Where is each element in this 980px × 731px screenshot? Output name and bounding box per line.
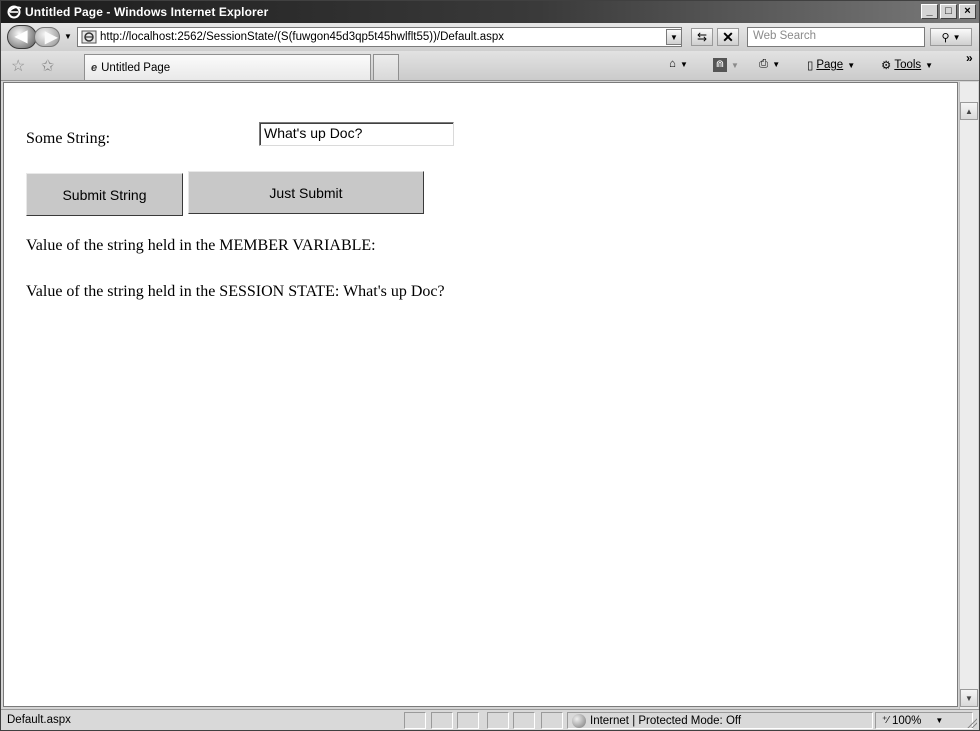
zoom-level: 100% <box>891 714 922 727</box>
add-favorites-icon[interactable]: ✩ <box>41 56 54 76</box>
page-icon: ▯ <box>807 60 814 72</box>
zoom-control[interactable]: ⁺⁄ 100% ▼ <box>875 712 973 729</box>
page-dropdown-icon: ▼ <box>847 60 856 70</box>
search-button[interactable]: ⚲ ▼ <box>930 28 972 46</box>
url-text: http://localhost:2562/SessionState/(S(fu… <box>100 31 505 43</box>
home-icon: ⌂ <box>669 58 676 70</box>
security-zone[interactable]: Internet | Protected Mode: Off <box>567 712 873 729</box>
browser-window: Untitled Page - Windows Internet Explore… <box>0 0 980 731</box>
ie-page-icon <box>81 30 97 44</box>
tools-menu-button[interactable]: ⚙ Tools ▼ <box>881 58 933 72</box>
submit-string-button[interactable]: Submit String <box>26 173 183 216</box>
favorites-star-icon[interactable]: ☆ <box>11 56 25 76</box>
stop-icon: ✕ <box>722 28 734 45</box>
chevron-more-icon[interactable]: » <box>966 51 973 65</box>
refresh-icon: ⇆ <box>696 30 708 44</box>
status-text: Default.aspx <box>7 714 71 726</box>
zone-text: Internet | Protected Mode: Off <box>590 714 742 727</box>
zoom-dropdown-icon: ▼ <box>935 716 944 725</box>
home-button[interactable]: ⌂ ▼ <box>669 58 688 70</box>
tab-label: Untitled Page <box>101 61 171 74</box>
ie-logo-icon <box>7 5 22 19</box>
just-submit-button[interactable]: Just Submit <box>188 171 424 214</box>
new-tab-button[interactable] <box>373 54 399 80</box>
status-segment <box>487 712 509 729</box>
zoom-icon: ⁺⁄ <box>882 715 889 726</box>
feeds-button[interactable]: ⋒ ▼ <box>713 58 739 72</box>
address-bar[interactable]: http://localhost:2562/SessionState/(S(fu… <box>77 27 682 47</box>
scroll-up-icon[interactable]: ▲ <box>960 102 978 120</box>
title-bar: Untitled Page - Windows Internet Explore… <box>1 1 979 23</box>
some-string-label: Some String: <box>26 130 111 147</box>
some-string-input[interactable]: What's up Doc? <box>259 122 454 146</box>
search-icon: ⚲ <box>941 31 950 44</box>
globe-icon <box>572 713 586 728</box>
print-icon: ⎙ <box>759 58 769 70</box>
maximize-button[interactable]: □ <box>940 4 957 19</box>
ie-page-icon: e <box>91 61 98 74</box>
status-segment <box>404 712 426 729</box>
vertical-scrollbar[interactable]: ▲ ▼ <box>959 82 978 709</box>
status-segment <box>513 712 535 729</box>
search-input[interactable]: Web Search <box>747 27 925 47</box>
window-title: Untitled Page - Windows Internet Explore… <box>25 5 269 19</box>
tab-toolbar: ☆ ✩ e Untitled Page ⌂ ▼ ⋒ ▼ ⎙ ▼ ▯ Page ▼… <box>1 51 979 81</box>
refresh-button[interactable]: ⇆ <box>691 28 713 46</box>
page-menu-button[interactable]: ▯ Page ▼ <box>807 58 855 72</box>
address-dropdown-icon[interactable]: ▼ <box>666 29 682 45</box>
minimize-button[interactable]: _ <box>921 4 938 19</box>
print-dropdown-icon: ▼ <box>772 60 781 69</box>
back-arrow-icon: ◀ <box>15 28 28 45</box>
status-segment <box>541 712 563 729</box>
back-button[interactable]: ◀ <box>7 25 37 49</box>
tools-dropdown-icon: ▼ <box>925 60 934 70</box>
tools-menu-label: Tools <box>894 59 922 71</box>
resize-grip-icon[interactable] <box>967 718 977 728</box>
close-button[interactable]: × <box>959 4 976 19</box>
forward-arrow-icon: ▶ <box>45 29 58 46</box>
tools-gear-icon: ⚙ <box>881 60 892 72</box>
member-variable-text: Value of the string held in the MEMBER V… <box>26 237 376 254</box>
window-caption-buttons: _ □ × <box>921 4 976 19</box>
feeds-icon: ⋒ <box>713 58 727 72</box>
scroll-down-icon[interactable]: ▼ <box>960 689 978 707</box>
history-dropdown-icon[interactable]: ▼ <box>64 32 72 41</box>
session-state-text: Value of the string held in the SESSION … <box>26 283 445 300</box>
status-bar: Default.aspx Internet | Protected Mode: … <box>1 709 979 730</box>
home-dropdown-icon: ▼ <box>679 59 688 69</box>
page-menu-label: Page <box>816 59 844 71</box>
print-button[interactable]: ⎙ ▼ <box>759 58 780 71</box>
status-segment <box>431 712 453 729</box>
search-dropdown-icon: ▼ <box>952 32 961 42</box>
tab-untitled-page[interactable]: e Untitled Page <box>84 54 371 80</box>
forward-button[interactable]: ▶ <box>34 27 60 47</box>
address-toolbar: ◀ ▶ ▼ http://localhost:2562/SessionState… <box>1 23 979 51</box>
feeds-dropdown-icon: ▼ <box>731 60 739 70</box>
status-segment <box>457 712 479 729</box>
stop-button[interactable]: ✕ <box>717 28 739 46</box>
